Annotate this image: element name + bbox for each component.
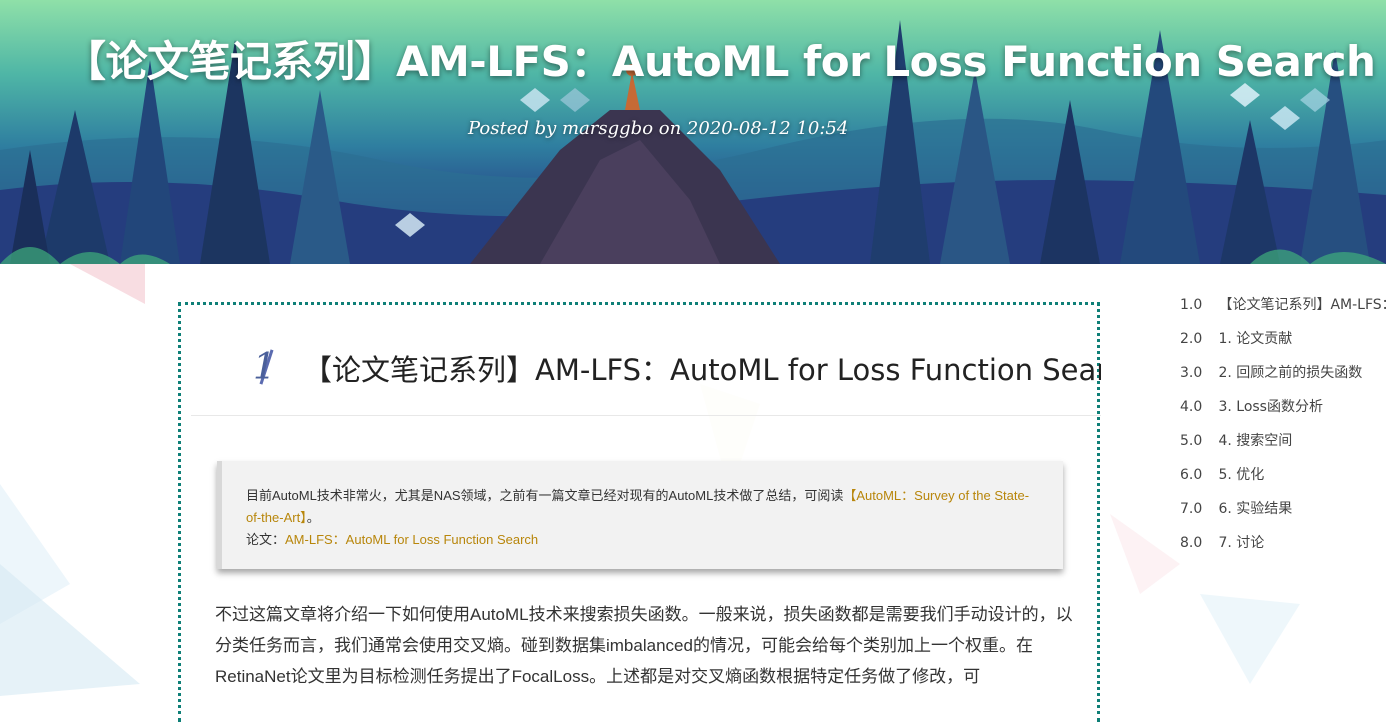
toc-item-number: 1.0 xyxy=(1180,297,1203,313)
toc-item-2[interactable]: 2.0 1. 论文贡献 xyxy=(1180,328,1386,362)
section-title: 【论文笔记系列】AM-LFS：AutoML for Loss Function … xyxy=(303,353,1101,387)
toc-item-4[interactable]: 4.0 3. Loss函数分析 xyxy=(1180,396,1386,430)
toc-item-label: 1. 论文贡献 xyxy=(1218,331,1293,347)
toc-item-7[interactable]: 7.0 6. 实验结果 xyxy=(1180,498,1386,532)
post-title: 【论文笔记系列】AM-LFS：AutoML for Loss Function … xyxy=(64,37,1376,86)
toc-item-number: 5.0 xyxy=(1180,433,1203,449)
header-banner: 【论文笔记系列】AM-LFS：AutoML for Loss Function … xyxy=(0,0,1386,264)
quote-text-end: 。 xyxy=(306,510,320,525)
toc-item-label: 5. 优化 xyxy=(1218,467,1265,483)
toc-item-number: 2.0 xyxy=(1180,331,1203,347)
paper-link[interactable]: AM-LFS：AutoML for Loss Function Search xyxy=(285,532,538,547)
article-content: 1 【论文笔记系列】AM-LFS：AutoML for Loss Functio… xyxy=(178,302,1101,722)
toc-item-3[interactable]: 3.0 2. 回顾之前的损失函数 xyxy=(1180,362,1386,396)
toc-item-number: 4.0 xyxy=(1180,399,1203,415)
toc-item-label: 6. 实验结果 xyxy=(1218,501,1293,517)
section-heading: 1 【论文笔记系列】AM-LFS：AutoML for Loss Functio… xyxy=(191,325,1101,416)
post-meta: Posted by marsggbo on 2020-08-12 10:54 xyxy=(468,118,849,139)
toc-item-label: 2. 回顾之前的损失函数 xyxy=(1218,365,1363,381)
toc-item-6[interactable]: 6.0 5. 优化 xyxy=(1180,464,1386,498)
paper-label: 论文： xyxy=(246,532,286,547)
toc-item-label: 7. 讨论 xyxy=(1218,535,1265,551)
toc-item-number: 6.0 xyxy=(1180,467,1203,483)
toc-item-number: 7.0 xyxy=(1180,501,1203,517)
toc-item-number: 3.0 xyxy=(1180,365,1203,381)
section-number: 1 xyxy=(253,347,276,388)
toc-item-number: 8.0 xyxy=(1180,535,1203,551)
toc-item-label: 【论文笔记系列】AM-LFS：AutoML for Loss Function … xyxy=(1218,297,1386,313)
quote-text: 目前AutoML技术非常火，尤其是NAS领域，之前有一篇文章已经对现有的Auto… xyxy=(246,488,844,503)
table-of-contents: 1.0 【论文笔记系列】AM-LFS：AutoML for Loss Funct… xyxy=(1180,294,1386,566)
toc-item-5[interactable]: 5.0 4. 搜索空间 xyxy=(1180,430,1386,464)
blockquote: 目前AutoML技术非常火，尤其是NAS领域，之前有一篇文章已经对现有的Auto… xyxy=(217,461,1063,569)
toc-item-8[interactable]: 8.0 7. 讨论 xyxy=(1180,532,1386,566)
toc-item-label: 4. 搜索空间 xyxy=(1218,433,1293,449)
toc-item-label: 3. Loss函数分析 xyxy=(1218,399,1323,415)
body-paragraph: 不过这篇文章将介绍一下如何使用AutoML技术来搜索损失函数。一般来说，损失函数… xyxy=(215,605,1073,686)
toc-item-1[interactable]: 1.0 【论文笔记系列】AM-LFS：AutoML for Loss Funct… xyxy=(1180,294,1386,328)
